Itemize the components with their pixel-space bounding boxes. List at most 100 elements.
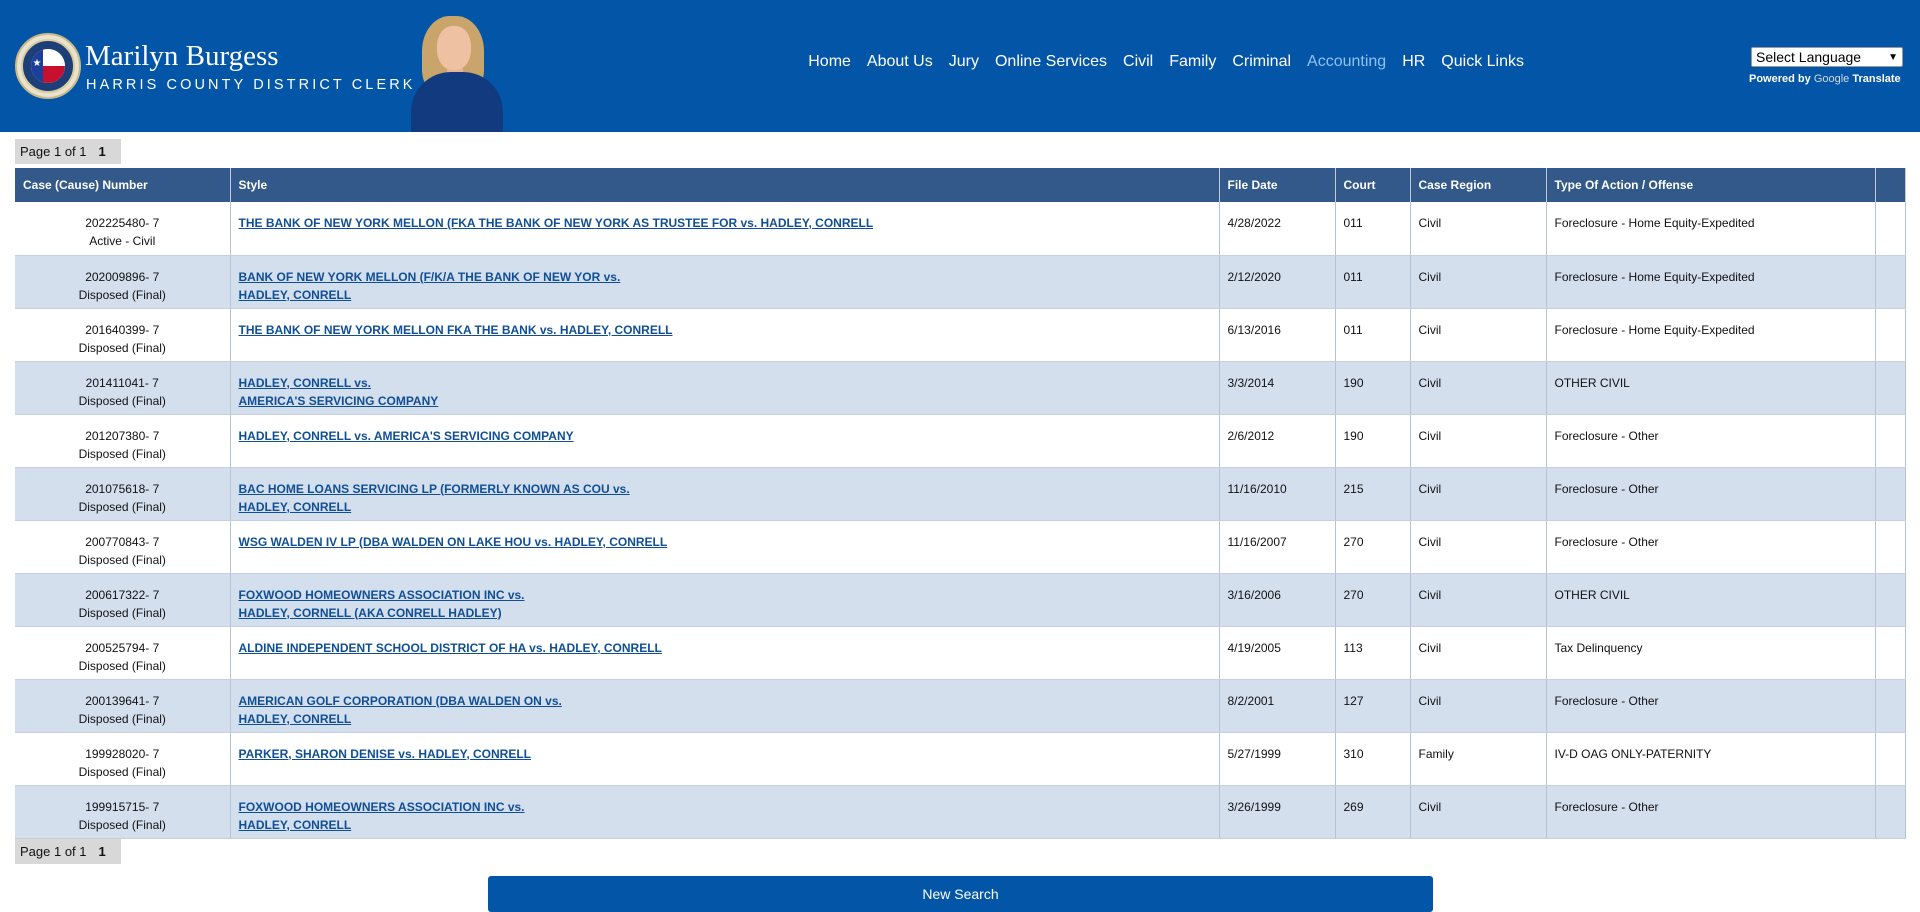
case-style-link[interactable]: PARKER, SHARON DENISE vs. HADLEY, CONREL…	[239, 745, 1211, 763]
file-date-cell: 4/28/2022	[1219, 202, 1336, 256]
style-cell: WSG WALDEN IV LP (DBA WALDEN ON LAKE HOU…	[230, 520, 1220, 574]
case-style-link[interactable]: THE BANK OF NEW YORK MELLON FKA THE BANK…	[239, 321, 1211, 339]
table-row: 201640399- 7 Disposed (Final) THE BANK OF …	[15, 308, 1906, 362]
file-date-cell: 11/16/2007	[1219, 520, 1336, 574]
case-style-link[interactable]: AMERICAN GOLF CORPORATION (DBA WALDEN ON…	[239, 692, 1211, 710]
file-date-cell: 2/6/2012	[1219, 414, 1336, 468]
translate-link[interactable]: Translate	[1852, 73, 1900, 85]
file-date-cell: 3/16/2006	[1219, 573, 1336, 627]
new-search-button[interactable]: New Search	[488, 876, 1433, 912]
nav-online-services[interactable]: Online Services	[995, 53, 1107, 71]
extra-cell	[1875, 785, 1906, 839]
case-style-link[interactable]: FOXWOOD HOMEOWNERS ASSOCIATION INC vs.	[239, 586, 1211, 604]
case-style-link-line2[interactable]: AMERICA'S SERVICING COMPANY	[239, 392, 1211, 410]
header-court: Court	[1335, 168, 1411, 202]
court-cell: 190	[1335, 414, 1411, 468]
type-of-action-cell: OTHER CIVIL	[1546, 573, 1876, 627]
site-header: ★ Marilyn Burgess HARRIS COUNTY DISTRICT…	[0, 0, 1920, 132]
case-style-link[interactable]: FOXWOOD HOMEOWNERS ASSOCIATION INC vs.	[239, 798, 1211, 816]
header-case-number: Case (Cause) Number	[15, 168, 231, 202]
nav-hr[interactable]: HR	[1402, 53, 1425, 71]
case-style-link-line2[interactable]: HADLEY, CONRELL	[239, 498, 1211, 516]
case-style-link[interactable]: ALDINE INDEPENDENT SCHOOL DISTRICT OF HA…	[239, 639, 1211, 657]
case-number-cell: 199915715- 7 Disposed (Final)	[15, 785, 231, 839]
case-style-link[interactable]: BANK OF NEW YORK MELLON (F/K/A THE BANK …	[239, 268, 1211, 286]
case-style-link-line2[interactable]: HADLEY, CONRELL	[239, 710, 1211, 728]
case-region-cell: Civil	[1410, 361, 1547, 415]
nav-family[interactable]: Family	[1169, 53, 1216, 71]
case-number: 201640399- 7	[85, 322, 160, 337]
header-type-of-action: Type Of Action / Offense	[1546, 168, 1876, 202]
file-date-cell: 3/3/2014	[1219, 361, 1336, 415]
type-of-action-cell: IV-D OAG ONLY-PATERNITY	[1546, 732, 1876, 786]
case-style-link-line2[interactable]: HADLEY, CONRELL	[239, 816, 1211, 834]
case-region-cell: Civil	[1410, 785, 1547, 839]
case-style-link[interactable]: HADLEY, CONRELL vs. AMERICA'S SERVICING …	[239, 427, 1211, 445]
nav-quick-links[interactable]: Quick Links	[1441, 53, 1524, 71]
county-seal-logo[interactable]: ★	[15, 33, 81, 99]
court-cell: 310	[1335, 732, 1411, 786]
type-of-action-cell: Foreclosure - Other	[1546, 414, 1876, 468]
language-select[interactable]: Select Language ▼	[1751, 47, 1903, 67]
type-of-action-cell: Foreclosure - Home Equity-Expedited	[1546, 308, 1876, 362]
file-date-cell: 2/12/2020	[1219, 255, 1336, 309]
table-row: 202225480- 7 Active - Civil THE BANK OF NE…	[15, 202, 1906, 256]
table-row: 200770843- 7 Disposed (Final) WSG WALDEN I…	[15, 520, 1906, 574]
case-status: Disposed (Final)	[78, 446, 166, 461]
case-status: Disposed (Final)	[78, 340, 166, 355]
nav-home[interactable]: Home	[808, 53, 851, 71]
court-cell: 113	[1335, 626, 1411, 680]
case-region-cell: Civil	[1410, 255, 1547, 309]
court-cell: 011	[1335, 202, 1411, 256]
nav-accounting[interactable]: Accounting	[1307, 53, 1386, 71]
pager-page-link[interactable]: 1	[99, 844, 106, 859]
clerk-name[interactable]: Marilyn Burgess	[85, 40, 279, 73]
file-date-cell: 3/26/1999	[1219, 785, 1336, 839]
extra-cell	[1875, 520, 1906, 574]
nav-criminal[interactable]: Criminal	[1232, 53, 1291, 71]
case-number-cell: 201411041- 7 Disposed (Final)	[15, 361, 231, 415]
nav-civil[interactable]: Civil	[1123, 53, 1153, 71]
style-cell: THE BANK OF NEW YORK MELLON FKA THE BANK…	[230, 308, 1220, 362]
case-style-link-line2[interactable]: HADLEY, CONRELL	[239, 286, 1211, 304]
nav-about-us[interactable]: About Us	[867, 53, 933, 71]
case-number-cell: 201207380- 7 Disposed (Final)	[15, 414, 231, 468]
extra-cell	[1875, 732, 1906, 786]
google-logo: Google	[1813, 73, 1850, 85]
type-of-action-cell: Foreclosure - Other	[1546, 467, 1876, 521]
nav-jury[interactable]: Jury	[949, 53, 979, 71]
case-region-cell: Civil	[1410, 467, 1547, 521]
type-of-action-cell: Foreclosure - Other	[1546, 785, 1876, 839]
language-select-value: Select Language	[1756, 49, 1862, 65]
case-number: 200525794- 7	[85, 640, 160, 655]
type-of-action-cell: OTHER CIVIL	[1546, 361, 1876, 415]
pager-bottom: Page 1 of 1 1	[15, 839, 121, 864]
extra-cell	[1875, 414, 1906, 468]
chevron-down-icon: ▼	[1888, 51, 1898, 63]
portrait-body	[411, 72, 503, 132]
case-style-link-line2[interactable]: HADLEY, CORNELL (AKA CONRELL HADLEY)	[239, 604, 1211, 622]
powered-by-google-translate: Powered by Google Translate	[1749, 73, 1901, 85]
seal-ring: ★	[21, 39, 75, 93]
extra-cell	[1875, 308, 1906, 362]
pager-page-link[interactable]: 1	[99, 144, 106, 159]
type-of-action-cell: Foreclosure - Other	[1546, 520, 1876, 574]
case-region-cell: Civil	[1410, 626, 1547, 680]
case-number: 202009896- 7	[85, 269, 160, 284]
case-style-link[interactable]: HADLEY, CONRELL vs.	[239, 374, 1211, 392]
case-status: Disposed (Final)	[78, 605, 166, 620]
court-cell: 011	[1335, 255, 1411, 309]
extra-cell	[1875, 361, 1906, 415]
case-number-cell: 199928020- 7 Disposed (Final)	[15, 732, 231, 786]
case-number: 201207380- 7	[85, 428, 160, 443]
case-results-table: Case (Cause) Number Style File Date Cour…	[15, 168, 1906, 839]
case-style-link[interactable]: BAC HOME LOANS SERVICING LP (FORMERLY KN…	[239, 480, 1211, 498]
case-style-link[interactable]: WSG WALDEN IV LP (DBA WALDEN ON LAKE HOU…	[239, 533, 1211, 551]
style-cell: FOXWOOD HOMEOWNERS ASSOCIATION INC vs. HA…	[230, 573, 1220, 627]
header-extra	[1875, 168, 1906, 202]
court-cell: 269	[1335, 785, 1411, 839]
case-style-link[interactable]: THE BANK OF NEW YORK MELLON (FKA THE BAN…	[239, 214, 1211, 232]
table-row: 199915715- 7 Disposed (Final) FOXWOOD HOME…	[15, 785, 1906, 839]
type-of-action-cell: Foreclosure - Home Equity-Expedited	[1546, 255, 1876, 309]
style-cell: FOXWOOD HOMEOWNERS ASSOCIATION INC vs. HA…	[230, 785, 1220, 839]
